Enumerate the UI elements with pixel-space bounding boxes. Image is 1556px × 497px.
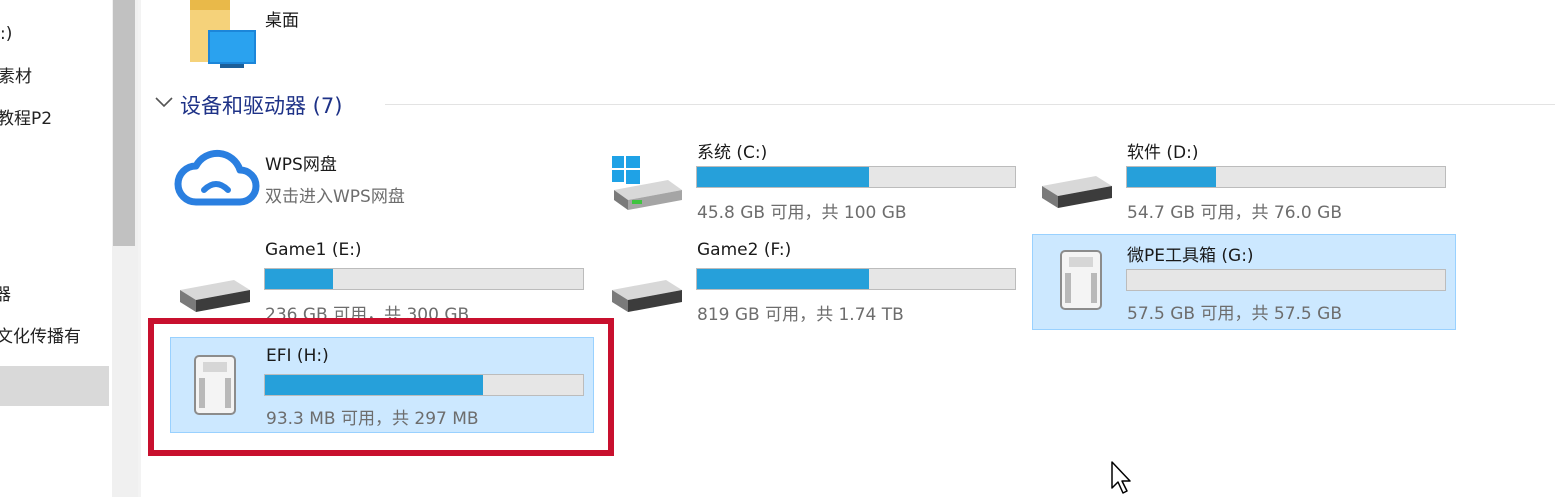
devices-group-title[interactable]: 设备和驱动器 (7)	[180, 90, 342, 120]
mouse-cursor-icon	[1111, 461, 1131, 494]
drive-name: Game2 (F:)	[697, 240, 792, 260]
drive-usage-text: 819 GB 可用，共 1.74 TB	[697, 305, 904, 325]
nav-item-folder-materials[interactable]: 素材	[0, 62, 32, 87]
nav-scrollbar-thumb[interactable]	[113, 0, 135, 246]
drive-usage-bar	[696, 166, 1016, 188]
annotation-highlight-box	[148, 318, 614, 456]
removable-drive-icon	[1060, 250, 1102, 310]
drive-name: 系统 (C:)	[697, 143, 768, 163]
drive-usage-bar	[1126, 269, 1446, 291]
drive-usage-bar	[696, 268, 1016, 290]
desktop-label: 桌面	[265, 11, 299, 31]
hard-drive-icon	[1042, 176, 1112, 208]
drive-usage-text: 45.8 GB 可用，共 100 GB	[697, 203, 907, 223]
nav-item-label: 器	[0, 285, 11, 305]
drive-tile-g[interactable]: 微PE工具箱 (G:) 57.5 GB 可用，共 57.5 GB	[1032, 234, 1456, 330]
drive-name: WPS网盘	[265, 155, 337, 175]
hard-drive-icon	[612, 280, 682, 312]
drive-usage-fill	[697, 269, 869, 289]
nav-item-label: 文化传播有	[0, 327, 81, 347]
drive-usage-text: 54.7 GB 可用，共 76.0 GB	[1127, 203, 1342, 223]
drive-name: 软件 (D:)	[1127, 143, 1199, 163]
drive-subtitle: 双击进入WPS网盘	[265, 187, 405, 207]
nav-item-label: :)	[0, 24, 13, 44]
drive-tile-f[interactable]: Game2 (F:) 819 GB 可用，共 1.74 TB	[604, 236, 1024, 332]
drive-usage-fill	[697, 167, 870, 187]
nav-item-folder-tutorial[interactable]: 教程P2	[0, 104, 52, 129]
drive-usage-bar	[1126, 166, 1446, 188]
chevron-down-icon[interactable]	[154, 94, 174, 110]
drive-usage-bar	[264, 268, 584, 290]
nav-item-label: 教程P2	[0, 109, 53, 129]
cloud-icon	[174, 149, 260, 206]
drive-usage-fill	[265, 269, 333, 289]
drive-tile-d[interactable]: 软件 (D:) 54.7 GB 可用，共 76.0 GB	[1034, 134, 1454, 230]
drive-name: Game1 (E:)	[265, 240, 362, 260]
windows-system-drive-icon	[612, 156, 682, 210]
drive-usage-fill	[1127, 167, 1217, 187]
nav-item-drive[interactable]: :)	[0, 24, 12, 44]
hard-drive-icon	[180, 280, 250, 312]
pane-divider[interactable]	[138, 0, 141, 497]
nav-item-this-pc-selected[interactable]	[0, 366, 109, 406]
drive-tile-c[interactable]: 系统 (C:) 45.8 GB 可用，共 100 GB	[604, 134, 1024, 230]
drive-usage-text: 57.5 GB 可用，共 57.5 GB	[1127, 304, 1342, 324]
nav-item-device[interactable]: 器	[0, 280, 11, 305]
drive-name: 微PE工具箱 (G:)	[1127, 246, 1254, 266]
nav-item-company[interactable]: 文化传播有	[0, 322, 81, 347]
group-separator-line	[385, 104, 1555, 105]
drive-tile-wps[interactable]: WPS网盘 双击进入WPS网盘	[170, 138, 590, 234]
nav-item-label: 素材	[0, 67, 32, 87]
navigation-pane: :) 素材 教程P2 器 文化传播有	[0, 0, 112, 497]
desktop-folder-icon	[190, 0, 256, 68]
